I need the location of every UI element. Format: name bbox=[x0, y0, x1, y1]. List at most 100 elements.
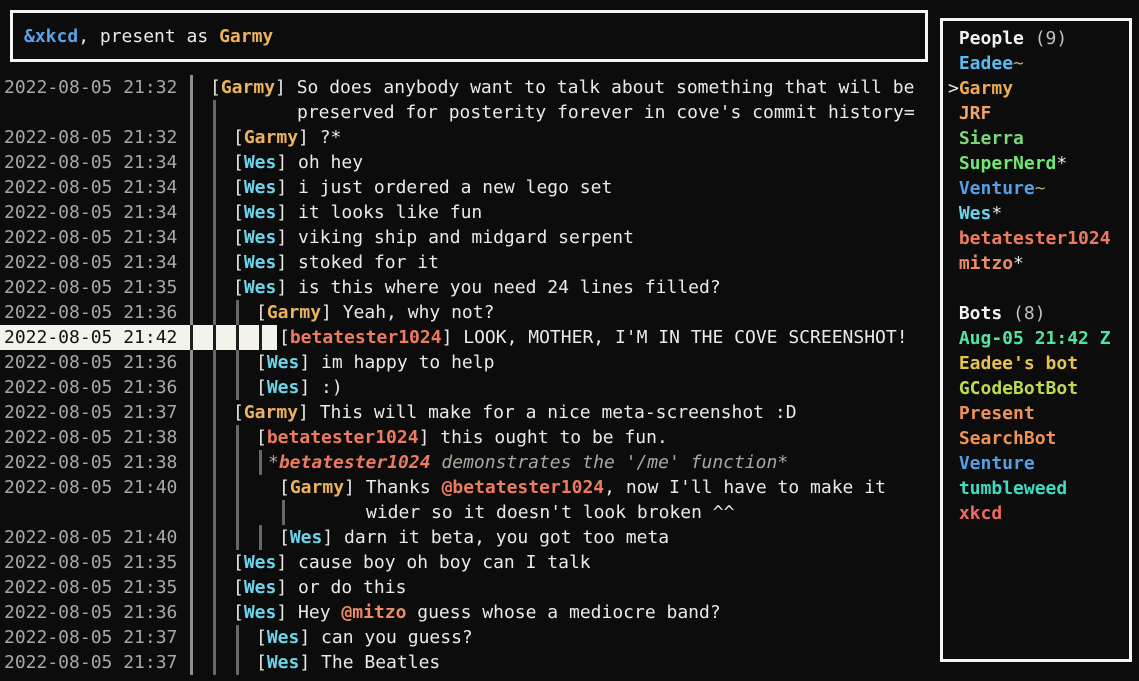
nick-label: Wes bbox=[244, 152, 277, 173]
chat-row[interactable]: 2022-08-05 21:37[Garmy] This will make f… bbox=[0, 400, 940, 425]
bot-name: tumbleweed bbox=[948, 478, 1067, 499]
bot-name: xkcd bbox=[948, 503, 1002, 524]
message-segment: ] is this where you need 24 lines filled… bbox=[276, 277, 720, 298]
chat-row[interactable]: 2022-08-05 21:36[Wes] :) bbox=[0, 375, 940, 400]
message-segment: [ bbox=[233, 177, 244, 198]
chat-row[interactable]: 2022-08-05 21:35[Wes] is this where you … bbox=[0, 275, 940, 300]
message-text: [Garmy] Yeah, why not? bbox=[256, 300, 494, 325]
nick-label: Wes bbox=[267, 352, 300, 373]
chat-row[interactable]: 2022-08-05 21:35[Wes] or do this bbox=[0, 575, 940, 600]
timestamp: 2022-08-05 21:40 bbox=[4, 525, 177, 550]
person-list-item[interactable]: betatester1024 bbox=[948, 226, 1111, 251]
person-list-item[interactable]: mitzo* bbox=[948, 251, 1024, 276]
thread-guide-line bbox=[236, 450, 239, 475]
timestamp-separator-line bbox=[190, 575, 193, 600]
chat-row[interactable]: 2022-08-05 21:37[Wes] The Beatles bbox=[0, 650, 940, 675]
person-name: JRF bbox=[959, 103, 992, 124]
user-list-panel[interactable]: People (9) Eadee~>Garmy JRF Sierra Super… bbox=[940, 18, 1132, 662]
message-segment: wider so it doesn't look broken ^^ bbox=[366, 502, 734, 523]
chat-row[interactable]: 2022-08-05 21:35[Wes] cause boy oh boy c… bbox=[0, 550, 940, 575]
chat-row[interactable]: 2022-08-05 21:38*betatester1024 demonstr… bbox=[0, 450, 940, 475]
chat-row[interactable]: 2022-08-05 21:36[Wes] Hey @mitzo guess w… bbox=[0, 600, 940, 625]
chat-row[interactable]: 2022-08-05 21:34[Wes] viking ship and mi… bbox=[0, 225, 940, 250]
bot-list-item[interactable]: xkcd bbox=[948, 501, 1002, 526]
message-text: [Wes] it looks like fun bbox=[233, 200, 482, 225]
message-segment: ] Yeah, why not? bbox=[321, 302, 494, 323]
timestamp-separator-line bbox=[190, 650, 193, 675]
nick-label: Garmy bbox=[221, 77, 275, 98]
thread-guide-line bbox=[213, 475, 216, 500]
away-suffix: ~ bbox=[1013, 53, 1024, 74]
chat-row[interactable]: 2022-08-05 21:34[Wes] stoked for it bbox=[0, 250, 940, 275]
current-nick: Garmy bbox=[219, 24, 273, 49]
person-prefix bbox=[948, 103, 959, 124]
timestamp: 2022-08-05 21:35 bbox=[4, 550, 177, 575]
message-segment: [ bbox=[233, 277, 244, 298]
message-text: [Wes] darn it beta, you got too meta bbox=[279, 525, 669, 550]
bot-list-item[interactable]: Venture bbox=[948, 451, 1035, 476]
chat-row[interactable]: 2022-08-05 21:32[Garmy] ?* bbox=[0, 125, 940, 150]
bot-list-item[interactable]: Present bbox=[948, 401, 1035, 426]
bot-name: SearchBot bbox=[948, 428, 1056, 449]
chat-log[interactable]: 2022-08-05 21:32[Garmy] So does anybody … bbox=[0, 75, 940, 681]
message-segment: [ bbox=[279, 477, 290, 498]
timestamp-separator-line bbox=[190, 475, 193, 500]
message-text: wider so it doesn't look broken ^^ bbox=[366, 500, 734, 525]
timestamp: 2022-08-05 21:34 bbox=[4, 175, 177, 200]
person-list-item[interactable]: JRF bbox=[948, 101, 991, 126]
message-segment: ] or do this bbox=[276, 577, 406, 598]
chat-row[interactable]: 2022-08-05 21:36[Wes] im happy to help bbox=[0, 350, 940, 375]
bot-list-item[interactable]: Eadee's bot bbox=[948, 351, 1078, 376]
message-segment: [ bbox=[256, 377, 267, 398]
timestamp: 2022-08-05 21:32 bbox=[4, 125, 177, 150]
message-text: [betatester1024] LOOK, MOTHER, I'M IN TH… bbox=[279, 325, 908, 350]
message-segment: [ bbox=[233, 602, 244, 623]
person-name: Wes bbox=[959, 203, 992, 224]
status-suffix: * bbox=[1013, 253, 1024, 274]
person-list-item[interactable]: >Garmy bbox=[948, 76, 1013, 101]
thread-guide-line bbox=[213, 150, 216, 175]
chat-row[interactable]: 2022-08-05 21:32[Garmy] So does anybody … bbox=[0, 75, 940, 100]
person-list-item[interactable]: SuperNerd* bbox=[948, 151, 1067, 176]
bot-list-item[interactable]: Aug-05 21:42 Z bbox=[948, 326, 1111, 351]
chat-row[interactable]: 2022-08-05 21:37[Wes] can you guess? bbox=[0, 625, 940, 650]
bot-list-item[interactable]: SearchBot bbox=[948, 426, 1056, 451]
thread-guide-line bbox=[236, 425, 239, 450]
timestamp-separator-line bbox=[190, 200, 193, 225]
bots-header-count: (8) bbox=[1002, 303, 1045, 324]
message-segment: , now I'll have to make it bbox=[604, 477, 886, 498]
person-list-item[interactable]: Sierra bbox=[948, 126, 1024, 151]
thread-guide-line bbox=[213, 225, 216, 250]
bot-list-item[interactable]: GCodeBotBot bbox=[948, 376, 1078, 401]
timestamp: 2022-08-05 21:38 bbox=[4, 450, 177, 475]
message-text: [Wes] oh hey bbox=[233, 150, 363, 175]
chat-row[interactable]: 2022-08-05 21:34[Wes] oh hey bbox=[0, 150, 940, 175]
chat-row[interactable]: wider so it doesn't look broken ^^ bbox=[0, 500, 940, 525]
away-suffix: ~ bbox=[1035, 178, 1046, 199]
thread-guide-line bbox=[213, 175, 216, 200]
timestamp-separator-line bbox=[190, 450, 193, 475]
timestamp-separator-line bbox=[190, 175, 193, 200]
person-list-item[interactable]: Venture~ bbox=[948, 176, 1046, 201]
timestamp-separator-line bbox=[190, 275, 193, 300]
timestamp-separator-line bbox=[190, 75, 193, 100]
chat-row[interactable]: 2022-08-05 21:36[Garmy] Yeah, why not? bbox=[0, 300, 940, 325]
thread-guide-line bbox=[213, 250, 216, 275]
chat-row[interactable]: 2022-08-05 21:34[Wes] it looks like fun bbox=[0, 200, 940, 225]
timestamp-separator-line bbox=[190, 325, 193, 350]
bot-list-item[interactable]: tumbleweed bbox=[948, 476, 1067, 501]
chat-row[interactable]: preserved for posterity forever in cove'… bbox=[0, 100, 940, 125]
nick-label: Wes bbox=[267, 652, 300, 673]
chat-row[interactable]: 2022-08-05 21:42[betatester1024] LOOK, M… bbox=[0, 325, 940, 350]
person-list-item[interactable]: Eadee~ bbox=[948, 51, 1024, 76]
person-name: Garmy bbox=[959, 78, 1013, 99]
chat-row[interactable]: 2022-08-05 21:34[Wes] i just ordered a n… bbox=[0, 175, 940, 200]
chat-row[interactable]: 2022-08-05 21:40 [Wes] darn it beta, you … bbox=[0, 525, 940, 550]
thread-guide-line bbox=[236, 625, 239, 650]
nick-label: Wes bbox=[244, 227, 277, 248]
person-list-item[interactable]: Wes* bbox=[948, 201, 1002, 226]
nick-label: betatester1024 bbox=[267, 427, 419, 448]
status-suffix: * bbox=[991, 203, 1002, 224]
chat-row[interactable]: 2022-08-05 21:40[Garmy] Thanks @betatest… bbox=[0, 475, 940, 500]
chat-row[interactable]: 2022-08-05 21:38[betatester1024] this ou… bbox=[0, 425, 940, 450]
